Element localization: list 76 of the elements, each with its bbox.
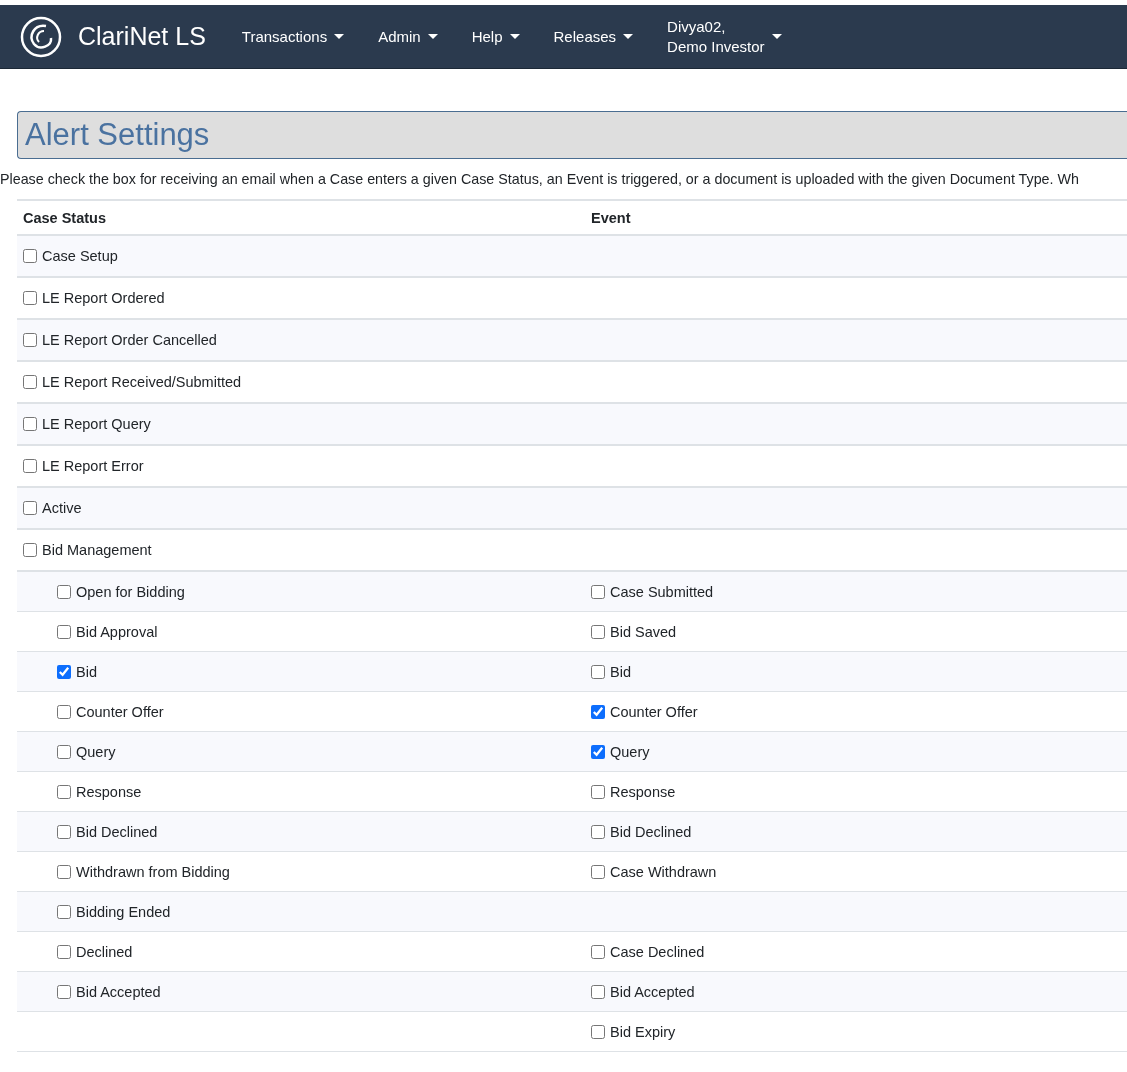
checkbox-label: Bid Accepted: [610, 983, 695, 1000]
checkbox-label: Bidding Ended: [76, 903, 171, 920]
checkbox-label: Case Setup: [42, 248, 118, 264]
checkbox-label: Withdrawn from Bidding: [76, 863, 230, 880]
checkbox[interactable]: [57, 584, 71, 599]
checkbox[interactable]: [591, 824, 605, 839]
checkbox-label: Bid Declined: [76, 823, 158, 840]
checkbox[interactable]: [23, 291, 37, 305]
checkbox-label: LE Report Order Cancelled: [42, 332, 217, 348]
checkbox-label: Counter Offer: [76, 703, 164, 720]
checkbox[interactable]: [591, 1024, 605, 1039]
checkbox[interactable]: [23, 501, 37, 515]
checkbox-label: Active: [42, 500, 82, 516]
nav-menu[interactable]: Transactions: [241, 28, 345, 45]
checkbox[interactable]: [57, 784, 71, 799]
checkbox[interactable]: [57, 944, 71, 959]
checkbox[interactable]: [591, 624, 605, 639]
checkbox-label: Bid Expiry: [610, 1023, 676, 1040]
swirl-logo-icon: [20, 15, 62, 58]
checkbox[interactable]: [57, 704, 71, 719]
nav-menu[interactable]: Help: [471, 28, 520, 45]
checkbox[interactable]: [591, 664, 605, 679]
checkbox[interactable]: [23, 459, 37, 473]
checkbox[interactable]: [591, 744, 605, 759]
checkbox[interactable]: [591, 784, 605, 799]
checkbox[interactable]: [23, 543, 37, 557]
checkbox[interactable]: [57, 984, 71, 999]
nav-menu[interactable]: Releases: [553, 28, 634, 45]
checkbox-label: Case Submitted: [610, 583, 714, 600]
caret-icon: [509, 34, 520, 39]
checkbox-label: LE Report Ordered: [42, 290, 165, 306]
checkbox-label: Bid Approval: [76, 623, 158, 640]
checkbox[interactable]: [23, 249, 37, 263]
checkbox-label: Query: [76, 743, 116, 760]
checkbox[interactable]: [57, 624, 71, 639]
checkbox-label: Bid Saved: [610, 623, 677, 640]
caret-icon: [771, 34, 782, 39]
checkbox-label: Open for Bidding: [76, 583, 185, 600]
checkbox-label: LE Report Error: [42, 458, 144, 474]
checkbox[interactable]: [23, 375, 37, 389]
checkbox[interactable]: [23, 333, 37, 347]
checkbox-label: Response: [76, 783, 142, 800]
checkbox-label: Declined: [76, 943, 133, 960]
caret-icon: [427, 34, 438, 39]
checkbox[interactable]: [23, 417, 37, 431]
caret-icon: [623, 34, 634, 39]
checkbox[interactable]: [591, 984, 605, 999]
checkbox-label: Counter Offer: [610, 703, 698, 720]
user-menu[interactable]: Divya02, Demo Investor: [667, 16, 782, 57]
caret-icon: [334, 34, 345, 39]
checkbox-label: Bid Management: [42, 542, 152, 558]
checkbox-label: Response: [610, 783, 676, 800]
nav-menu[interactable]: Admin: [378, 28, 438, 45]
checkbox[interactable]: [57, 744, 71, 759]
checkbox-label: Bid Accepted: [76, 983, 161, 1000]
checkbox[interactable]: [57, 824, 71, 839]
checkbox[interactable]: [591, 584, 605, 599]
checkbox-label: Bid: [610, 663, 631, 680]
page-title: Alert Settings: [25, 117, 210, 153]
description-text: Please check the box for receiving an email when a Case enters a given Case Status, an Event is triggered, or a document is uploaded with the given Document Type. Wh: [0, 171, 1080, 187]
checkbox-label: Bid Declined: [610, 823, 692, 840]
checkbox[interactable]: [57, 864, 71, 879]
checkbox[interactable]: [591, 944, 605, 959]
checkbox-label: Case Declined: [610, 943, 705, 960]
column-header: Case Status: [22, 209, 107, 226]
column-header: Event: [591, 209, 632, 226]
checkbox-label: Query: [610, 743, 650, 760]
checkbox[interactable]: [591, 864, 605, 879]
brand-name[interactable]: ClariNet LS: [78, 22, 206, 51]
checkbox[interactable]: [57, 904, 71, 919]
checkbox[interactable]: [57, 664, 71, 679]
checkbox-label: Case Withdrawn: [610, 863, 717, 880]
checkbox-label: Bid: [76, 663, 97, 680]
checkbox-label: LE Report Query: [42, 416, 151, 432]
checkbox[interactable]: [591, 704, 605, 719]
checkbox-label: LE Report Received/Submitted: [42, 374, 242, 390]
